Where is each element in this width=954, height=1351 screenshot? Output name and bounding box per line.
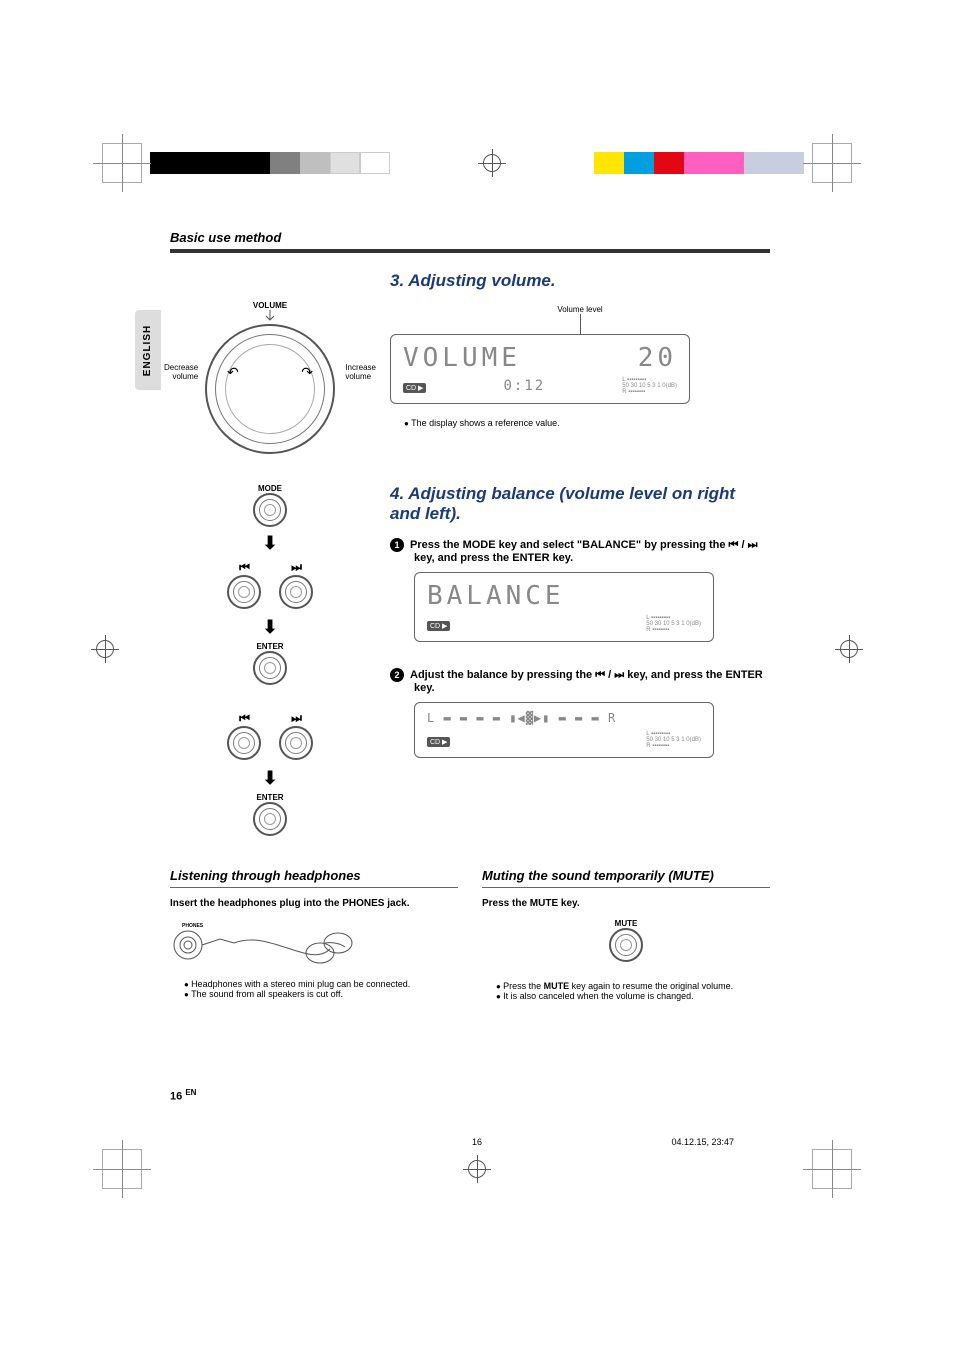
mute-heading: Muting the sound temporarily (MUTE) [482, 868, 770, 883]
display-text: BALANCE [427, 581, 701, 611]
mute-button[interactable] [609, 928, 643, 962]
level-meter: L ▪▪▪▪▪▪▪▪▪50 30 10 5 3 1 0(dB)R ▪▪▪▪▪▪▪… [646, 615, 701, 633]
crop-mark [812, 1149, 852, 1189]
mute-instruction: Press the MUTE key. [482, 898, 770, 909]
lcd-display-lr: L ▬ ▬ ▬ ▬ ▮◀▓▶▮ ▬ ▬ ▬ R CD ▶ L ▪▪▪▪▪▪▪▪▪… [414, 702, 714, 758]
level-meter: L ▪▪▪▪▪▪▪▪▪50 30 10 5 3 1 0(dB)R ▪▪▪▪▪▪▪… [646, 731, 701, 749]
enter-button[interactable] [253, 802, 287, 836]
headphones-instruction: Insert the headphones plug into the PHON… [170, 898, 458, 909]
note-text: The display shows a reference value. [404, 418, 770, 428]
mute-button-label: MUTE [482, 919, 770, 928]
display-time: 0:12 [504, 378, 546, 394]
divider [170, 249, 770, 253]
color-bar-top [150, 152, 804, 174]
section-title: Basic use method [170, 230, 770, 245]
phones-jack-label: PHONES [182, 923, 204, 929]
skip-next-icon: ⏭ [279, 560, 313, 575]
enter-label: ENTER [170, 642, 370, 651]
enter-label: ENTER [170, 793, 370, 802]
headphones-note-2: The sound from all speakers is cut off. [184, 989, 458, 999]
crop-mark [812, 143, 852, 183]
mute-note-1: Press the MUTE key again to resume the o… [496, 981, 770, 991]
skip-prev-icon: ⏮ [227, 560, 261, 575]
headphones-note-1: Headphones with a stereo mini plug can b… [184, 979, 458, 989]
page-number-large: 16 EN [170, 1088, 196, 1103]
arrow-down-icon: ⬇ [170, 533, 370, 554]
balance-slider-vis: L ▬ ▬ ▬ ▬ ▮◀▓▶▮ ▬ ▬ ▬ R [427, 711, 701, 725]
skip-next-icon: ⏭ [279, 711, 313, 726]
cd-icon: CD ▶ [403, 383, 426, 393]
mode-label: MODE [170, 484, 370, 493]
level-meter: L ▪▪▪▪▪▪▪▪▪50 30 10 5 3 1 0(dB)R ▪▪▪▪▪▪▪… [622, 377, 677, 395]
headphones-heading: Listening through headphones [170, 868, 458, 883]
step-heading-4: 4. Adjusting balance (volume level on ri… [390, 484, 770, 524]
cd-icon: CD ▶ [427, 737, 450, 747]
mute-note-2: It is also canceled when the volume is c… [496, 991, 770, 1001]
language-tab: ENGLISH [135, 310, 161, 390]
phones-jack-diagram: PHONES [170, 919, 370, 979]
print-marks-bottom [0, 1146, 954, 1192]
increase-label: Increase [345, 363, 376, 372]
skip-next-button[interactable] [279, 575, 313, 609]
volume-dial: ↶↷ [205, 324, 335, 454]
mode-button[interactable] [253, 493, 287, 527]
step-heading-3: 3. Adjusting volume. [390, 271, 770, 291]
step-1-text: 1Press the MODE key and select "BALANCE"… [390, 538, 770, 564]
arrow-down-icon: ⬇ [170, 768, 370, 789]
registration-mark [468, 1160, 486, 1178]
registration-mark-right [840, 640, 858, 658]
display-text: VOLUME [403, 343, 521, 373]
language-tab-label: ENGLISH [143, 324, 154, 375]
registration-mark-left [96, 640, 114, 658]
skip-prev-button[interactable] [227, 726, 261, 760]
lcd-display-volume: VOLUME 20 CD ▶ 0:12 L ▪▪▪▪▪▪▪▪▪50 30 10 … [390, 334, 690, 404]
crop-mark [102, 1149, 142, 1189]
skip-next-button[interactable] [279, 726, 313, 760]
crop-mark [102, 143, 142, 183]
lcd-display-balance: BALANCE CD ▶ L ▪▪▪▪▪▪▪▪▪50 30 10 5 3 1 0… [414, 572, 714, 642]
arrow-down-icon: ⬇ [170, 617, 370, 638]
volume-level-callout: Volume level [430, 305, 730, 314]
volume-dial-caption: VOLUME [170, 301, 370, 310]
display-value: 20 [638, 343, 677, 373]
enter-button[interactable] [253, 651, 287, 685]
skip-prev-button[interactable] [227, 575, 261, 609]
cd-icon: CD ▶ [427, 621, 450, 631]
skip-prev-icon: ⏮ [227, 711, 261, 726]
decrease-label2: volume [164, 372, 198, 381]
increase-label2: volume [345, 372, 376, 381]
decrease-label: Decrease [164, 363, 198, 372]
print-marks-top [0, 140, 954, 186]
registration-mark [483, 154, 501, 172]
step-2-text: 2Adjust the balance by pressing the ⏮ / … [390, 668, 770, 694]
